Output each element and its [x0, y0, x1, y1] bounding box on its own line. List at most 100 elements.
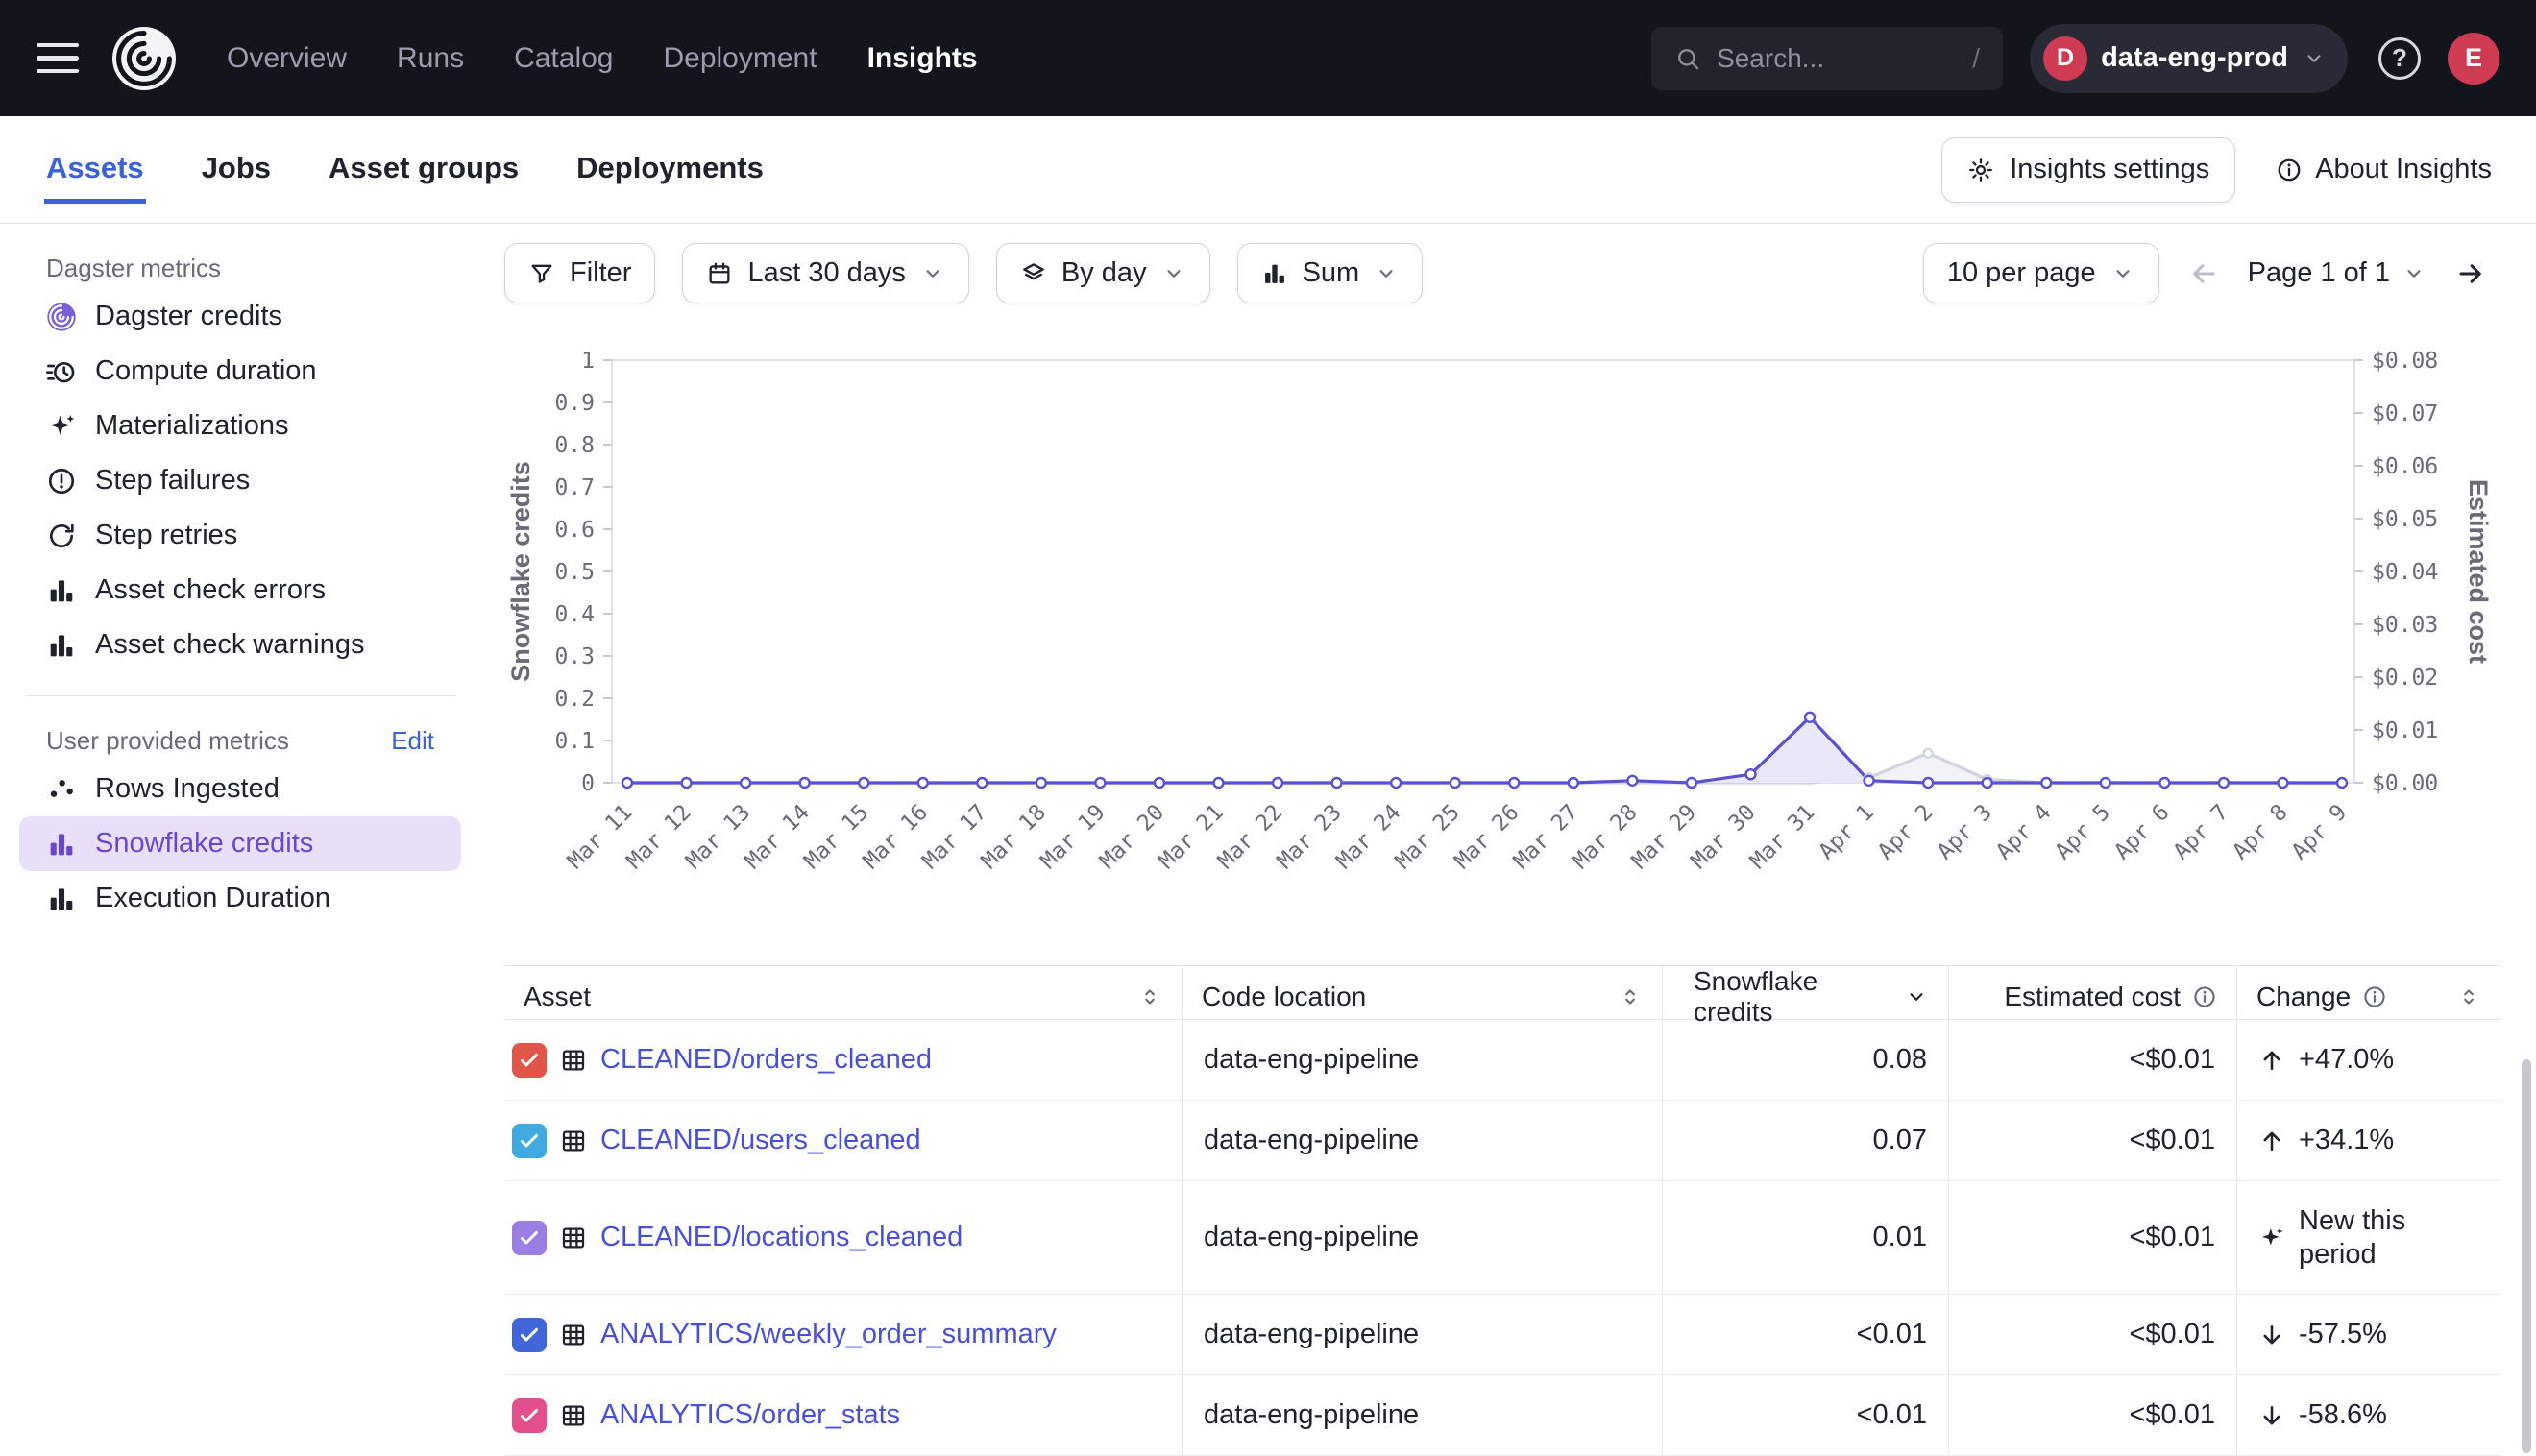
col-label: Estimated cost: [2004, 982, 2181, 1012]
row-checkbox[interactable]: [512, 1221, 547, 1255]
svg-text:Mar 23: Mar 23: [1273, 800, 1347, 874]
asset-cell: CLEANED/users_cleaned: [504, 1101, 1183, 1180]
sort-updown-icon: [2456, 984, 2481, 1009]
prev-page-button[interactable]: [2188, 258, 2219, 289]
row-checkbox[interactable]: [512, 1318, 547, 1352]
asset-link[interactable]: CLEANED/users_cleaned: [600, 1125, 921, 1156]
sidebar-item-asset-check-warnings[interactable]: Asset check warnings: [19, 618, 461, 672]
tab-jobs[interactable]: Jobs: [200, 135, 273, 204]
menu-icon[interactable]: [37, 43, 79, 74]
code-location-cell: data-eng-pipeline: [1183, 1375, 1663, 1455]
col-change[interactable]: Change: [2237, 966, 2500, 1028]
asset-link[interactable]: CLEANED/locations_cleaned: [600, 1222, 963, 1253]
change-value: +47.0%: [2299, 1043, 2394, 1077]
sidebar-item-rows-ingested[interactable]: Rows Ingested: [19, 762, 461, 816]
table-header: Asset Code location Snowflake credits Es…: [504, 965, 2500, 1020]
granularity-dropdown[interactable]: By day: [996, 243, 1210, 303]
row-checkbox[interactable]: [512, 1124, 547, 1158]
arrow-down-icon: [2258, 1402, 2285, 1429]
metrics-sidebar: Dagster metrics Dagster credits Compute …: [0, 224, 480, 926]
search-input[interactable]: Search... /: [1651, 27, 2003, 90]
svg-text:Apr 3: Apr 3: [1933, 800, 1997, 864]
bar-chart-icon: [46, 575, 77, 606]
asset-cell: CLEANED/locations_cleaned: [504, 1181, 1183, 1294]
vertical-scrollbar[interactable]: [2522, 1059, 2531, 1453]
sidebar-item-asset-check-errors[interactable]: Asset check errors: [19, 563, 461, 618]
col-code-location[interactable]: Code location: [1183, 966, 1663, 1028]
asset-link[interactable]: ANALYTICS/weekly_order_summary: [600, 1319, 1057, 1350]
col-asset[interactable]: Asset: [504, 966, 1183, 1028]
org-switcher[interactable]: D data-eng-prod: [2030, 24, 2348, 93]
row-checkbox[interactable]: [512, 1043, 547, 1078]
svg-text:Apr 2: Apr 2: [1873, 800, 1938, 864]
edit-user-metrics-link[interactable]: Edit: [391, 726, 434, 756]
svg-text:$0.00: $0.00: [2372, 771, 2438, 796]
date-range-dropdown[interactable]: Last 30 days: [682, 243, 968, 303]
nav-deployment[interactable]: Deployment: [663, 42, 817, 75]
sidebar-divider: [25, 695, 455, 696]
chevron-down-icon: [1161, 261, 1186, 286]
svg-text:0: 0: [581, 771, 595, 796]
sidebar-item-step-retries[interactable]: Step retries: [19, 508, 461, 563]
svg-text:Mar 19: Mar 19: [1036, 800, 1110, 874]
next-page-button[interactable]: [2455, 258, 2486, 289]
per-page-dropdown[interactable]: 10 per page: [1923, 243, 2159, 303]
about-insights-link[interactable]: About Insights: [2276, 154, 2492, 185]
info-icon[interactable]: [2362, 984, 2387, 1009]
svg-text:Mar 16: Mar 16: [859, 800, 933, 874]
user-avatar[interactable]: E: [2448, 33, 2499, 85]
filter-button[interactable]: Filter: [504, 243, 655, 303]
svg-text:$0.08: $0.08: [2372, 349, 2438, 374]
tab-asset-groups[interactable]: Asset groups: [327, 135, 521, 204]
cost-cell: <$0.01: [1949, 1101, 2237, 1180]
tab-assets[interactable]: Assets: [44, 135, 146, 204]
tab-deployments[interactable]: Deployments: [574, 135, 766, 204]
svg-text:Mar 31: Mar 31: [1745, 800, 1819, 874]
filter-icon: [528, 260, 555, 287]
col-snowflake-credits[interactable]: Snowflake credits: [1663, 966, 1949, 1028]
asset-cell: CLEANED/orders_cleaned: [504, 1020, 1183, 1100]
nav-overview[interactable]: Overview: [227, 42, 347, 75]
aggregation-dropdown[interactable]: Sum: [1237, 243, 1424, 303]
sidebar-item-materializations[interactable]: Materializations: [19, 399, 461, 453]
code-location-cell: data-eng-pipeline: [1183, 1295, 1663, 1374]
nav-catalog[interactable]: Catalog: [514, 42, 613, 75]
sidebar-item-dagster-credits[interactable]: Dagster credits: [19, 289, 461, 344]
change-value: +34.1%: [2299, 1124, 2394, 1157]
help-button[interactable]: ?: [2378, 37, 2421, 80]
page-indicator-dropdown[interactable]: Page 1 of 1: [2248, 257, 2426, 289]
dagster-metrics-label-text: Dagster metrics: [46, 254, 221, 283]
insights-settings-button[interactable]: Insights settings: [1941, 137, 2235, 203]
change-cell: New this period: [2237, 1181, 2500, 1294]
svg-text:Apr 4: Apr 4: [1991, 800, 2056, 864]
pagination-controls: 10 per page Page 1 of 1: [1923, 243, 2486, 303]
sparkle-icon: [2258, 1225, 2285, 1251]
info-icon[interactable]: [2192, 984, 2217, 1009]
asset-link[interactable]: CLEANED/orders_cleaned: [600, 1044, 932, 1076]
sidebar-item-execution-duration[interactable]: Execution Duration: [19, 871, 461, 926]
sidebar-item-snowflake-credits[interactable]: Snowflake credits: [19, 816, 461, 871]
about-insights-label: About Insights: [2315, 154, 2492, 185]
dagster-metrics-label: Dagster metrics: [0, 247, 480, 289]
table-row: CLEANED/users_cleaned data-eng-pipeline …: [504, 1101, 2500, 1181]
chart-plot[interactable]: 00.10.20.30.40.50.60.70.80.91$0.00$0.01$…: [504, 333, 2512, 940]
svg-text:Apr 8: Apr 8: [2228, 800, 2292, 864]
col-estimated-cost[interactable]: Estimated cost: [1949, 966, 2237, 1028]
user-metrics-label-text: User provided metrics: [46, 726, 289, 756]
change-cell: +34.1%: [2237, 1101, 2500, 1180]
sidebar-item-step-failures[interactable]: Step failures: [19, 453, 461, 508]
svg-text:Mar 20: Mar 20: [1095, 800, 1169, 874]
nav-insights[interactable]: Insights: [867, 42, 978, 75]
user-metrics-label: User provided metrics Edit: [0, 719, 480, 762]
nav-runs[interactable]: Runs: [397, 42, 464, 75]
check-icon: [518, 1226, 541, 1250]
asset-link[interactable]: ANALYTICS/order_stats: [600, 1399, 900, 1431]
chart-toolbar: Filter Last 30 days By day Sum 10 per pa…: [504, 243, 2536, 303]
row-checkbox[interactable]: [512, 1398, 547, 1433]
sidebar-item-compute-duration[interactable]: Compute duration: [19, 344, 461, 399]
filter-label: Filter: [570, 257, 631, 289]
change-value: -58.6%: [2299, 1398, 2387, 1432]
svg-text:Mar 29: Mar 29: [1627, 800, 1701, 874]
svg-text:1: 1: [581, 349, 595, 374]
dagster-logo[interactable]: [110, 24, 179, 93]
